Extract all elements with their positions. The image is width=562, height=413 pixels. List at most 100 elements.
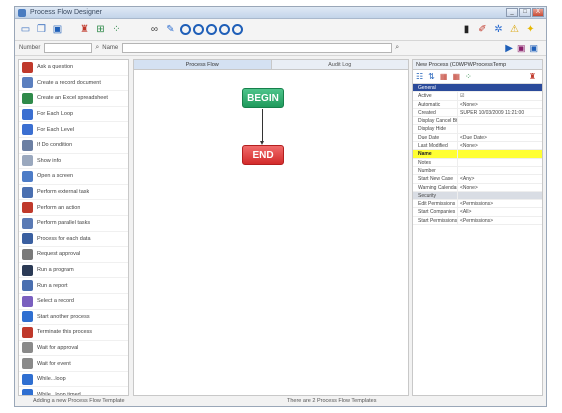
grid-icon[interactable]: ⁘	[110, 23, 123, 36]
flow-canvas[interactable]: BEGIN END	[134, 70, 408, 395]
layout-icon[interactable]: ⁘	[465, 72, 472, 81]
zoom-in-icon[interactable]	[193, 24, 204, 35]
palette-item[interactable]: Wait for event	[19, 356, 128, 372]
palette-item[interactable]: For Each Loop	[19, 107, 128, 123]
palette-item[interactable]: While...loop timed	[19, 387, 128, 395]
copy-icon[interactable]: ❐	[35, 23, 48, 36]
property-value[interactable]: <All>	[458, 208, 542, 215]
property-value[interactable]	[458, 117, 542, 124]
save-process-icon[interactable]: ▣	[517, 43, 526, 54]
palette-item[interactable]: Run a report	[19, 278, 128, 294]
tab-process-flow[interactable]: Process Flow	[134, 60, 272, 69]
property-row[interactable]: Display Cancel Btn	[413, 117, 542, 126]
number-input[interactable]	[44, 43, 93, 53]
property-value[interactable]	[458, 150, 542, 157]
property-row[interactable]: Display Hide	[413, 125, 542, 134]
palette-item[interactable]: Show info	[19, 154, 128, 170]
warning-icon[interactable]: ⚠	[508, 23, 521, 36]
app-window: Process Flow Designer _ □ X ▭ ❐ ▣ ♜ ⊞ ⁘ …	[14, 6, 547, 407]
gear-icon[interactable]: ✲	[492, 23, 505, 36]
property-value[interactable]: <None>	[458, 142, 542, 149]
property-row[interactable]: Number	[413, 166, 542, 176]
property-row[interactable]: Created SUPER 10/03/2009 11:21:00	[413, 108, 542, 118]
palette-item[interactable]: Ask a question	[19, 60, 128, 76]
property-value[interactable]: <Due Date>	[458, 134, 542, 141]
align-icon[interactable]: ⊞	[94, 23, 107, 36]
zoom-out-icon[interactable]	[206, 24, 217, 35]
palette-item[interactable]: Select a record	[19, 294, 128, 310]
property-value[interactable]: <Any>	[458, 175, 542, 182]
property-value[interactable]: <Permissions>	[458, 217, 542, 224]
name-input[interactable]	[122, 43, 393, 53]
end-node[interactable]: END	[242, 145, 284, 165]
new-file-icon[interactable]: ▭	[19, 23, 32, 36]
palette-item[interactable]: If Do condition	[19, 138, 128, 154]
property-value[interactable]	[458, 167, 542, 174]
palette-item[interactable]: Create a record document	[19, 76, 128, 92]
property-row[interactable]: Start Companies <All>	[413, 208, 542, 217]
property-value[interactable]	[458, 192, 542, 199]
property-value[interactable]	[458, 125, 542, 132]
property-row[interactable]: Name	[413, 150, 542, 159]
search-icon[interactable]: ⌕	[95, 44, 99, 52]
palette-item[interactable]: For Each Level	[19, 122, 128, 138]
palette-item[interactable]: Request approval	[19, 247, 128, 263]
lightbulb-icon[interactable]: ✦	[524, 23, 537, 36]
property-row[interactable]: Active ☑	[413, 92, 542, 101]
delete-icon[interactable]: ♜	[78, 23, 91, 36]
property-row[interactable]: Automatic <None>	[413, 100, 542, 109]
palette-item[interactable]: Create an Excel spreadsheet	[19, 91, 128, 107]
property-value[interactable]: ☑	[458, 92, 542, 99]
name-search-icon[interactable]: ⌕	[395, 44, 399, 52]
palette-item[interactable]: Perform an action	[19, 200, 128, 216]
palette-item[interactable]: Perform external task	[19, 185, 128, 201]
save-icon[interactable]: ▣	[51, 23, 64, 36]
palette-item-label: Start another process	[37, 313, 90, 320]
properties-icon[interactable]: ▦	[440, 72, 448, 81]
property-value[interactable]	[458, 84, 542, 91]
palette-item[interactable]: Process for each data	[19, 232, 128, 248]
alphabetical-icon[interactable]: ⇅	[428, 72, 435, 81]
palette-item[interactable]: Perform parallel tasks	[19, 216, 128, 232]
property-row[interactable]: Start New Case <Any>	[413, 175, 542, 184]
palette-item[interactable]: Run a program	[19, 263, 128, 279]
palette-item[interactable]: Open a screen	[19, 169, 128, 185]
property-row[interactable]: Warning Calendar <None>	[413, 183, 542, 192]
property-row[interactable]: Security	[413, 191, 542, 201]
run-icon[interactable]: ▶	[505, 43, 513, 54]
save-as-icon[interactable]: ▣	[529, 43, 538, 54]
property-row[interactable]: Edit Permissions <Permissions>	[413, 200, 542, 209]
palette-item[interactable]: Start another process	[19, 310, 128, 326]
palette-item[interactable]: Wait for approval	[19, 341, 128, 357]
categorized-icon[interactable]: ☷	[416, 72, 423, 81]
status-right: There are 2 Process Flow Templates	[287, 398, 377, 404]
properties-title: New Process (C0WPWProcessTemp	[413, 60, 542, 70]
phone-icon[interactable]: ▮	[460, 23, 473, 36]
property-value[interactable]: <Permissions>	[458, 200, 542, 207]
zoom-fit-icon[interactable]	[219, 24, 230, 35]
maximize-button[interactable]: □	[519, 8, 531, 17]
events-icon[interactable]: ▦	[452, 72, 460, 81]
property-row[interactable]: Start Permissions <Permissions>	[413, 216, 542, 226]
property-row[interactable]: Due Date <Due Date>	[413, 133, 542, 143]
property-row[interactable]: General	[413, 84, 542, 93]
binoculars-icon[interactable]: ∞	[148, 23, 161, 36]
tab-audit-log[interactable]: Audit Log	[272, 60, 409, 69]
property-value[interactable]: SUPER 10/03/2009 11:21:00	[458, 109, 542, 116]
zoom-circle-icon[interactable]	[180, 24, 191, 35]
palette-item[interactable]: Terminate this process	[19, 325, 128, 341]
begin-node[interactable]: BEGIN	[242, 88, 284, 108]
remove-icon[interactable]: ♜	[529, 72, 536, 81]
property-row[interactable]: Notes	[413, 158, 542, 167]
palette-item-label: If Do condition	[37, 142, 73, 149]
close-button[interactable]: X	[532, 8, 544, 17]
pen-icon[interactable]: ✎	[164, 23, 177, 36]
property-value[interactable]: <None>	[458, 184, 542, 191]
property-row[interactable]: Last Modified <None>	[413, 142, 542, 151]
palette-item[interactable]: While...loop	[19, 372, 128, 388]
minimize-button[interactable]: _	[506, 8, 518, 17]
zoom-reset-icon[interactable]	[232, 24, 243, 35]
property-value[interactable]: <None>	[458, 101, 542, 108]
property-value[interactable]	[458, 159, 542, 166]
pencil-icon[interactable]: ✐	[476, 23, 489, 36]
